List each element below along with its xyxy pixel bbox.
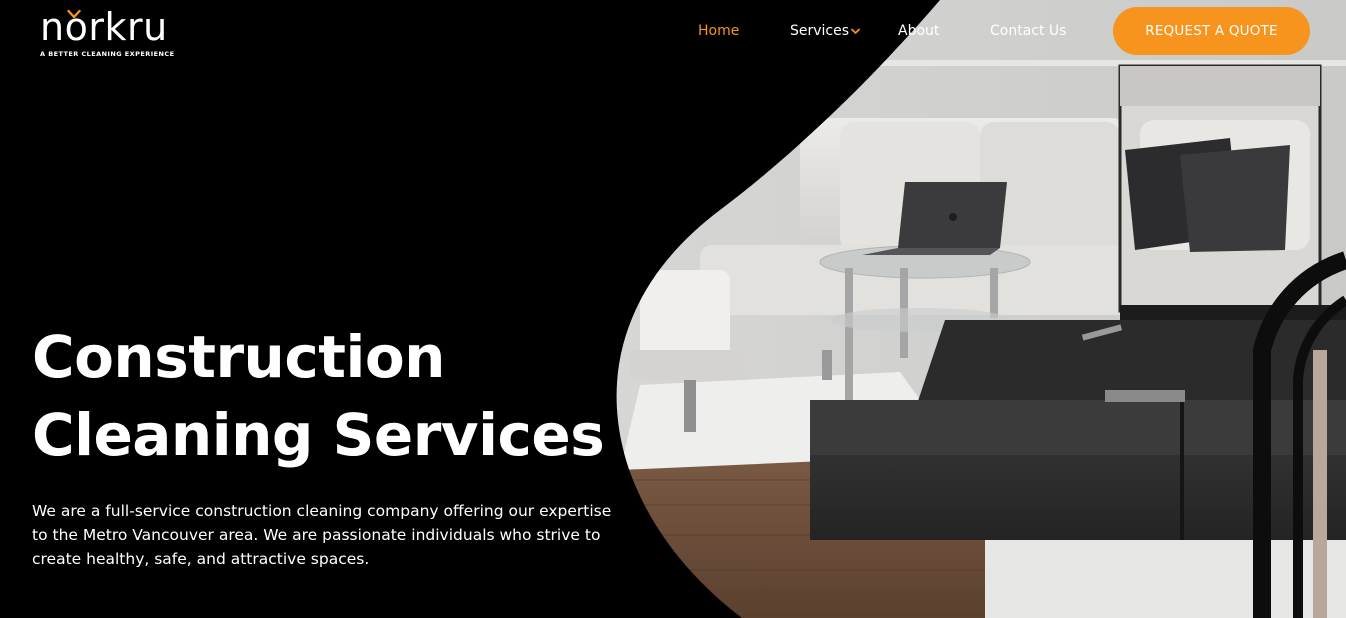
- nav-services[interactable]: Services: [790, 19, 860, 43]
- request-quote-button[interactable]: REQUEST A QUOTE: [1113, 7, 1310, 55]
- hero-description: We are a full-service construction clean…: [32, 502, 612, 568]
- nav-home[interactable]: Home: [698, 19, 739, 43]
- checkmark-icon: [67, 9, 81, 19]
- nav-about[interactable]: About: [898, 19, 939, 43]
- nav-services-label: Services: [790, 23, 850, 39]
- chevron-down-icon: [851, 28, 860, 34]
- hero-title: Construction Cleaning Services: [32, 318, 652, 474]
- logo-tagline: A BETTER CLEANING EXPERIENCE: [40, 50, 175, 58]
- hero-title-line-1: Construction: [32, 323, 445, 391]
- logo-wordmark: norkru: [40, 5, 168, 49]
- logo[interactable]: norkru A BETTER CLEANING EXPERIENCE: [40, 4, 190, 60]
- hero-title-line-2: Cleaning Services: [32, 401, 605, 469]
- nav-contact-us[interactable]: Contact Us: [990, 19, 1066, 43]
